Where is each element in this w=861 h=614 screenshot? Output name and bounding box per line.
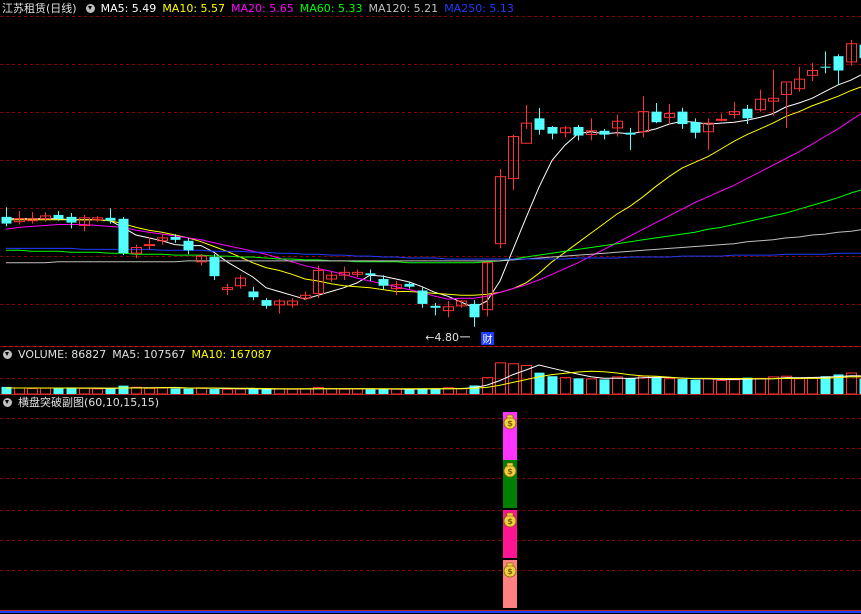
candle-body-down [547, 126, 558, 134]
volume-ma5-label: MA5: 107567 [112, 347, 186, 361]
indicator-legend: 横盘突破副图(60,10,15,15) [0, 394, 165, 410]
period-label[interactable]: (日线) [46, 0, 77, 16]
candle-body-down [573, 126, 584, 136]
volume-ma5-line [6, 364, 861, 390]
volume-bar-down [820, 376, 831, 394]
volume-bar-up [456, 388, 467, 395]
ma20-label: MA20: 5.65 [231, 1, 294, 15]
volume-bar-up [586, 378, 597, 395]
volume-bar-up [729, 379, 740, 395]
volume-bar-up [326, 388, 337, 395]
candle-body-down [118, 218, 129, 254]
volume-bar-down [118, 385, 129, 394]
svg-text:$: $ [507, 517, 513, 526]
volume-menu-icon[interactable] [3, 349, 12, 359]
volume-bar-up [768, 376, 779, 395]
volume-bar-down [209, 389, 220, 394]
candle-body-down [183, 240, 194, 251]
candle-body-down [248, 291, 259, 298]
volume-ma10-label: MA10: 167087 [191, 347, 272, 361]
volume-bar-down [430, 388, 441, 394]
candle-body-down [66, 216, 77, 223]
candle-body-down [599, 130, 610, 135]
candle-body-down [833, 56, 844, 71]
volume-bar-up [339, 388, 350, 395]
candle-body-down [625, 132, 636, 135]
ma-line-ma60 [6, 189, 861, 264]
volume-bar-down [378, 389, 389, 394]
ma10-label: MA10: 5.57 [162, 1, 226, 15]
ma-line-ma20 [5, 113, 861, 300]
ma250-label: MA250: 5.13 [444, 1, 514, 15]
candle-body-down [742, 108, 753, 119]
volume-legend: VOLUME: 86827 MA5: 107567 MA10: 167087 [0, 346, 278, 362]
volume-bar-down [248, 388, 259, 394]
legend-menu-icon[interactable] [85, 3, 95, 13]
stock-name[interactable]: 江苏租赁 [2, 0, 46, 16]
indicator-title: 横盘突破副图(60,10,15,15) [18, 396, 160, 409]
volume-bar-up [794, 378, 805, 395]
volume-bar-up [274, 388, 285, 395]
ma120-label: MA120: 5.21 [368, 1, 439, 15]
candle-body-down [690, 122, 701, 133]
candle-body-down [261, 300, 272, 306]
finance-marker-label: 财 [483, 333, 493, 346]
svg-text:$: $ [507, 567, 513, 576]
candle-body-down [677, 111, 688, 125]
indicator-menu-icon[interactable] [3, 397, 12, 407]
ma60-label: MA60: 5.33 [299, 1, 363, 15]
svg-text:$: $ [507, 419, 513, 428]
volume-bar-up [391, 388, 402, 395]
chart-canvas[interactable]: ←4.80 财 $ $ $ $ [0, 0, 861, 614]
volume-bar-down [170, 388, 181, 394]
volume-bar-down [547, 376, 558, 394]
volume-bar-down [690, 379, 701, 394]
volume-bar-up [755, 377, 766, 395]
candle-body-down [105, 217, 116, 221]
volume-bar-up [560, 377, 571, 395]
volume-bar-up [716, 379, 727, 395]
volume-bar-down [625, 378, 636, 394]
candle-body-down [417, 290, 428, 304]
volume-bar-up [222, 388, 233, 395]
ma5-label: MA5: 5.49 [100, 1, 157, 15]
ma-line-ma5 [6, 74, 861, 309]
candle-body-up [716, 118, 727, 121]
volume-bar-down [651, 377, 662, 394]
candle-body-down [534, 118, 545, 130]
candle-body-down [209, 257, 220, 277]
volume-bar-up [664, 378, 675, 395]
volume-bar-down [677, 379, 688, 394]
volume-bar-down [573, 378, 584, 394]
volume-bar-up [703, 378, 714, 395]
volume-bar-down [742, 377, 753, 394]
candle-body-down [1, 216, 12, 224]
svg-text:$: $ [507, 467, 513, 476]
low-marker-label: ←4.80 [425, 331, 459, 344]
ma-line-ma10 [6, 86, 861, 296]
volume-bar-down [404, 389, 415, 394]
volume-bar-down [261, 389, 272, 394]
volume-bar-up [352, 388, 363, 395]
volume-bar-up [287, 388, 298, 395]
candle-body-down [404, 283, 415, 287]
candle-body-down [170, 236, 181, 240]
volume-bar-down [365, 389, 376, 394]
candle-body-down [469, 303, 480, 318]
volume-bar-up [235, 388, 246, 395]
volume-bar-down [183, 388, 194, 394]
main-legend: 江苏租赁 (日线) MA5: 5.49 MA10: 5.57 MA20: 5.6… [0, 0, 520, 16]
volume-bar-up [807, 376, 818, 395]
candle-body-down [53, 214, 64, 219]
candle-body-up [144, 244, 155, 247]
volume-title: VOLUME: 86827 [18, 347, 107, 361]
volume-bar-up [612, 376, 623, 395]
candle-body-down [365, 273, 376, 276]
candle-body-down [651, 111, 662, 123]
volume-bar-down [599, 379, 610, 394]
candle-body-down [378, 279, 389, 286]
candle-body-down [430, 305, 441, 308]
candle-body-down [820, 66, 831, 68]
